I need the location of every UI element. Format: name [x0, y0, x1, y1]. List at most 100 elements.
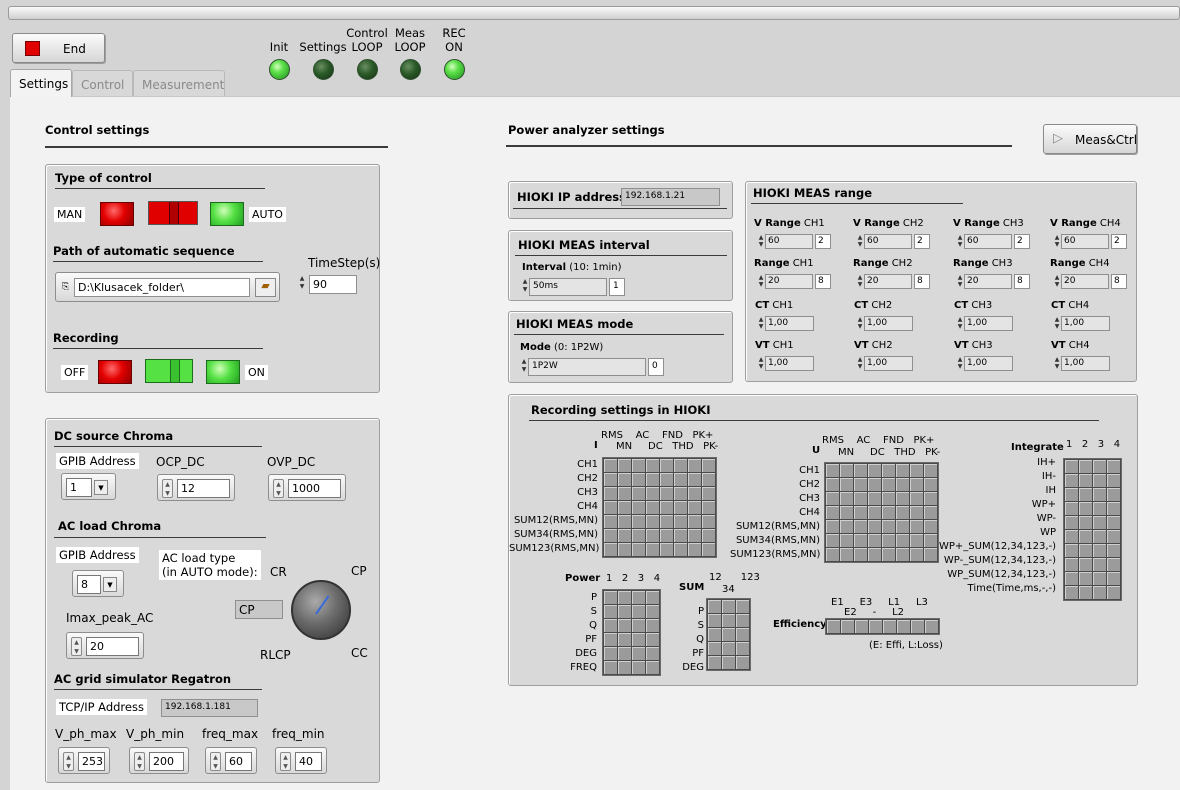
grid-param-stepper[interactable]: ▲ ▼ 60: [205, 747, 257, 774]
checkbox-cell[interactable]: [708, 628, 721, 641]
checkbox-cell[interactable]: [854, 464, 867, 477]
checkbox-cell[interactable]: [660, 543, 673, 556]
checkbox-cell[interactable]: [632, 633, 645, 646]
checkbox-cell[interactable]: [1107, 530, 1120, 543]
checkbox-cell[interactable]: [702, 501, 715, 514]
checkbox-cell[interactable]: [702, 515, 715, 528]
path-input[interactable]: D:\Klusacek_folder\: [74, 278, 250, 297]
checkbox-cell[interactable]: [1093, 544, 1106, 557]
ovp-value[interactable]: 1000: [288, 479, 341, 498]
checkbox-cell[interactable]: [896, 492, 909, 505]
stepper-arrows[interactable]: ▲ ▼: [63, 752, 74, 771]
checkbox-cell[interactable]: [604, 501, 617, 514]
range-value[interactable]: 60: [964, 234, 1012, 249]
checkbox-cell[interactable]: [1065, 586, 1078, 599]
efficiency-checkbox-grid[interactable]: [825, 618, 940, 635]
checkbox-cell[interactable]: [925, 620, 938, 633]
checkbox-cell[interactable]: [1079, 530, 1092, 543]
grid-param-value[interactable]: 200: [149, 752, 184, 771]
checkbox-cell[interactable]: [910, 464, 923, 477]
checkbox-cell[interactable]: [604, 487, 617, 500]
checkbox-cell[interactable]: [1093, 516, 1106, 529]
checkbox-cell[interactable]: [632, 647, 645, 660]
checkbox-cell[interactable]: [722, 600, 735, 613]
checkbox-cell[interactable]: [618, 487, 631, 500]
dc-gpib-select[interactable]: 1 ▼: [61, 473, 116, 500]
checkbox-cell[interactable]: [1065, 502, 1078, 515]
range-value[interactable]: 1,00: [765, 316, 814, 331]
checkbox-cell[interactable]: [826, 464, 839, 477]
power-checkbox-grid[interactable]: [602, 589, 661, 676]
stepper-arrows[interactable]: ▲ ▼: [162, 479, 173, 498]
checkbox-cell[interactable]: [924, 478, 937, 491]
timestep-input[interactable]: 90: [309, 275, 357, 294]
checkbox-cell[interactable]: [882, 478, 895, 491]
checkbox-cell[interactable]: [618, 647, 631, 660]
checkbox-cell[interactable]: [604, 459, 617, 472]
checkbox-cell[interactable]: [1107, 502, 1120, 515]
checkbox-cell[interactable]: [924, 492, 937, 505]
checkbox-cell[interactable]: [736, 642, 749, 655]
checkbox-cell[interactable]: [896, 548, 909, 561]
checkbox-cell[interactable]: [708, 614, 721, 627]
checkbox-cell[interactable]: [660, 515, 673, 528]
checkbox-cell[interactable]: [897, 620, 910, 633]
checkbox-cell[interactable]: [688, 459, 701, 472]
range-value[interactable]: 60: [765, 234, 813, 249]
checkbox-cell[interactable]: [618, 501, 631, 514]
checkbox-cell[interactable]: [883, 620, 896, 633]
checkbox-cell[interactable]: [632, 661, 645, 674]
checkbox-cell[interactable]: [618, 459, 631, 472]
range-value[interactable]: 1,00: [765, 356, 814, 371]
checkbox-cell[interactable]: [854, 506, 867, 519]
checkbox-cell[interactable]: [896, 506, 909, 519]
checkbox-cell[interactable]: [660, 473, 673, 486]
checkbox-cell[interactable]: [646, 515, 659, 528]
checkbox-cell[interactable]: [632, 605, 645, 618]
stepper-arrows[interactable]: ▲ ▼: [210, 752, 221, 771]
checkbox-cell[interactable]: [646, 487, 659, 500]
checkbox-cell[interactable]: [632, 619, 645, 632]
checkbox-cell[interactable]: [841, 620, 854, 633]
checkbox-cell[interactable]: [1107, 516, 1120, 529]
tab-control[interactable]: Control: [72, 70, 133, 96]
checkbox-cell[interactable]: [1065, 474, 1078, 487]
checkbox-cell[interactable]: [1107, 544, 1120, 557]
checkbox-cell[interactable]: [722, 614, 735, 627]
checkbox-cell[interactable]: [868, 506, 881, 519]
checkbox-cell[interactable]: [826, 520, 839, 533]
meas-ctrl-button[interactable]: ▷ Meas&Ctrl: [1043, 124, 1137, 154]
checkbox-cell[interactable]: [882, 534, 895, 547]
checkbox-cell[interactable]: [646, 529, 659, 542]
grid-param-value[interactable]: 60: [225, 752, 252, 771]
stepper-arrows[interactable]: ▲ ▼: [280, 752, 291, 771]
checkbox-cell[interactable]: [618, 473, 631, 486]
checkbox-cell[interactable]: [826, 478, 839, 491]
range-value[interactable]: 20: [864, 274, 912, 289]
checkbox-cell[interactable]: [604, 473, 617, 486]
checkbox-cell[interactable]: [1079, 474, 1092, 487]
checkbox-cell[interactable]: [702, 459, 715, 472]
checkbox-cell[interactable]: [868, 478, 881, 491]
checkbox-cell[interactable]: [688, 515, 701, 528]
range-value[interactable]: 1,00: [864, 316, 913, 331]
checkbox-cell[interactable]: [618, 661, 631, 674]
checkbox-cell[interactable]: [722, 656, 735, 669]
checkbox-cell[interactable]: [882, 492, 895, 505]
checkbox-cell[interactable]: [1093, 530, 1106, 543]
checkbox-cell[interactable]: [604, 633, 617, 646]
checkbox-cell[interactable]: [840, 534, 853, 547]
checkbox-cell[interactable]: [1107, 558, 1120, 571]
checkbox-cell[interactable]: [736, 614, 749, 627]
checkbox-cell[interactable]: [1093, 502, 1106, 515]
checkbox-cell[interactable]: [1107, 460, 1120, 473]
checkbox-cell[interactable]: [896, 520, 909, 533]
grid-param-stepper[interactable]: ▲ ▼ 253: [58, 747, 110, 774]
checkbox-cell[interactable]: [604, 647, 617, 660]
checkbox-cell[interactable]: [632, 529, 645, 542]
checkbox-cell[interactable]: [840, 464, 853, 477]
checkbox-cell[interactable]: [702, 473, 715, 486]
ac-gpib-select[interactable]: 8 ▼: [72, 570, 124, 597]
checkbox-cell[interactable]: [1065, 488, 1078, 501]
checkbox-cell[interactable]: [882, 548, 895, 561]
